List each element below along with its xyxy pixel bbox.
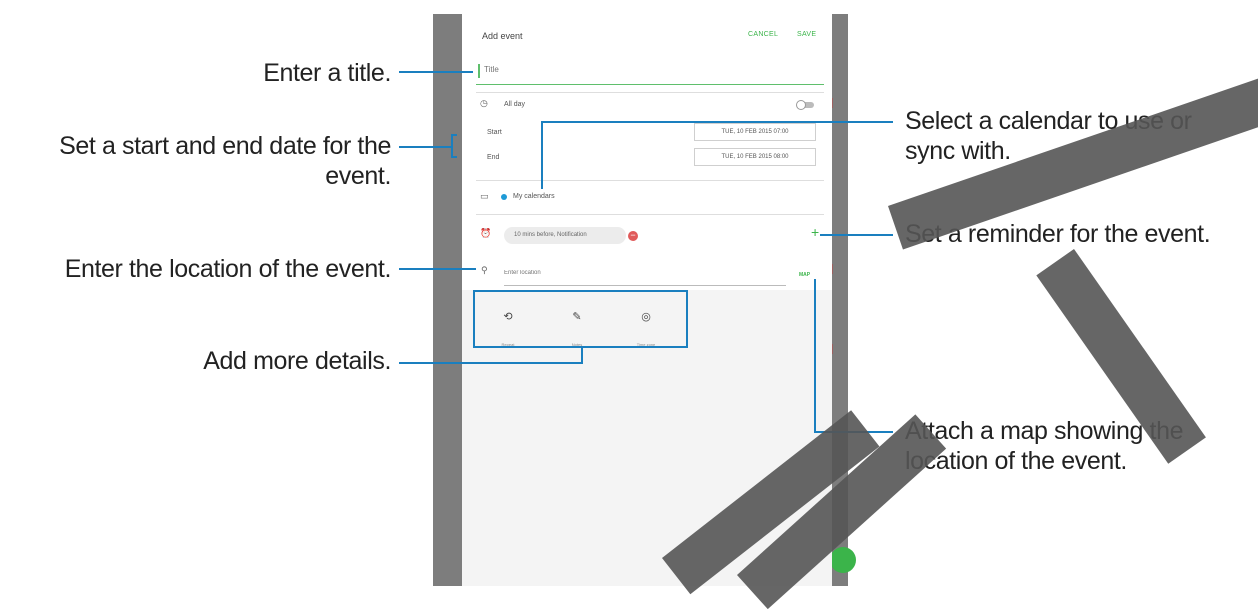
cancel-button[interactable]: CANCEL	[748, 31, 778, 38]
location-underline	[504, 285, 786, 286]
start-label: Start	[487, 129, 502, 136]
annotation-location: Enter the location of the event.	[64, 255, 392, 283]
annotation-title: Enter a title.	[263, 59, 391, 87]
callout-line-reminder	[820, 234, 893, 236]
divider	[476, 214, 824, 215]
callout-line-location	[399, 268, 476, 270]
callout-line-calendar	[541, 121, 893, 123]
calendar-icon: ▭	[480, 192, 489, 202]
end-date-field[interactable]: TUE, 10 FEB 2015 08:00	[694, 148, 816, 166]
date-fields-bracket	[451, 134, 457, 158]
calendar-color-dot	[501, 194, 507, 200]
floating-add-button[interactable]	[830, 547, 856, 573]
reminder-chip[interactable]: 10 mins before, Notification	[504, 227, 626, 244]
callout-line-details-vertical	[581, 348, 583, 364]
text-cursor	[478, 64, 480, 78]
all-day-label: All day	[504, 101, 526, 108]
all-day-toggle[interactable]	[796, 100, 814, 110]
start-date-field[interactable]: TUE, 10 FEB 2015 07:00	[694, 123, 816, 141]
save-button[interactable]: SAVE	[797, 31, 816, 38]
callout-line-map-vertical	[814, 279, 816, 433]
remove-reminder-icon[interactable]: −	[628, 231, 638, 241]
callout-line-details	[399, 362, 583, 364]
annotation-details: Add more details.	[203, 347, 391, 375]
alarm-icon: ⏰	[480, 229, 492, 239]
callout-line-dates	[399, 146, 451, 148]
calendar-selector[interactable]: My calendars	[513, 193, 555, 200]
clock-icon: ◷	[480, 99, 488, 109]
end-label: End	[487, 154, 500, 161]
details-callout-box	[473, 290, 688, 348]
annotation-dates: Set a start and end date for the event.	[59, 132, 391, 190]
callout-line-calendar-vertical	[541, 121, 543, 189]
callout-line-title	[399, 71, 473, 73]
title-field[interactable]	[476, 58, 824, 85]
location-input[interactable]	[504, 270, 764, 276]
title-input[interactable]	[484, 65, 784, 74]
location-pin-icon: ⚲	[481, 266, 488, 276]
add-reminder-button[interactable]: +	[811, 225, 819, 239]
divider	[476, 92, 824, 93]
map-button[interactable]: MAP	[799, 272, 810, 278]
event-form: Add event CANCEL SAVE ◷ All day Start TU…	[462, 14, 832, 290]
divider	[476, 180, 824, 181]
page-title: Add event	[482, 31, 523, 41]
